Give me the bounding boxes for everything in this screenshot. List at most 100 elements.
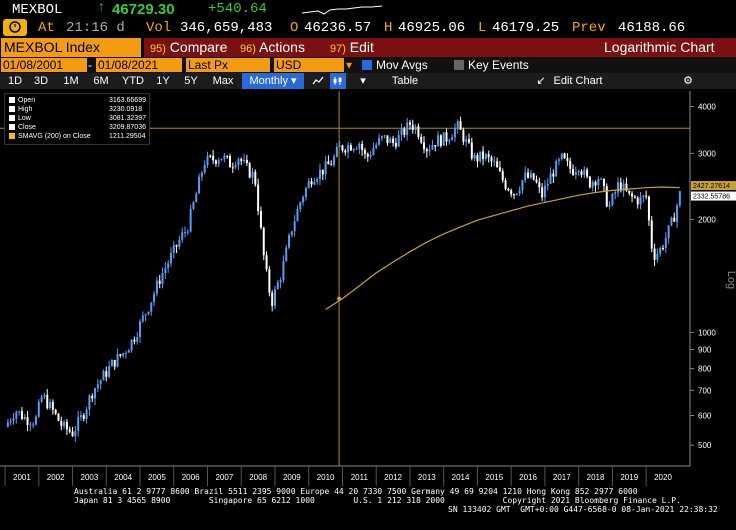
legend-swatch-smavg [9,133,15,140]
price-bar-body [400,128,403,135]
x-tick-label: 2018 [587,473,605,482]
price-chart[interactable]: 500 600 700 800 900 1000 2000 3000 4000 Log 2001 20… [0,89,736,530]
price-bar-body [650,220,653,249]
price-bar-body [60,420,63,427]
y-tick-label: 4000 [698,103,716,112]
price-bar-body [9,420,12,423]
price-bar-body [116,354,119,367]
edit-button[interactable]: 97) Edit [330,38,374,57]
price-bar-body [184,232,187,234]
price-bar-body [127,350,130,353]
x-tick-label: 2017 [553,473,571,482]
legend-swatch [9,106,15,113]
legend-low-label: Low [18,115,31,122]
edit-chart-button[interactable]: Edit Chart [550,73,606,89]
price-bar-body [167,263,170,269]
price-bar-body [659,247,662,254]
price-bar-body [237,158,240,166]
price-bar-body [217,160,220,164]
price-bar-body [243,159,246,162]
currency-select[interactable]: USD [274,58,344,72]
vol-label: Vol [146,20,172,36]
clock-icon[interactable] [3,19,27,36]
prev-value: 46188.66 [618,20,686,36]
price-bar-body [664,238,667,248]
price-bar-body [290,231,293,236]
key-events-checkbox[interactable] [454,60,464,70]
price-bar-body [408,122,411,125]
price-bar-body [358,144,361,149]
security-field[interactable]: MEXBOL Index [1,38,141,57]
period-ytd[interactable]: YTD [118,73,148,89]
price-bar-body [406,122,409,136]
price-bar-body [282,261,285,280]
table-button[interactable]: Table [384,73,426,89]
price-bar-body [451,137,454,141]
ma-value-label: 2427.27614 [693,183,730,190]
price-bar-body [32,424,35,426]
frequency-label: Monthly [249,75,288,87]
price-bar-body [330,164,333,166]
price-bar-body [279,279,282,283]
price-bar-body [423,142,426,150]
price-bar-body [293,221,296,232]
period-5y[interactable]: 5Y [178,73,204,89]
price-bar-body [482,151,485,159]
chevron-down-icon[interactable]: ▾ [346,58,352,72]
price-bar-body [254,171,257,185]
price-bar-body [588,176,591,188]
legend-close-value: 3209.87036 [109,124,146,131]
price-bar-body [614,192,617,195]
start-date-field[interactable]: 01/08/2001 [1,58,87,72]
price-bar-body [557,159,560,161]
line-chart-icon[interactable] [310,73,326,89]
edit-chart-icon[interactable]: ↙ [536,73,546,89]
candlestick-icon[interactable] [330,73,346,89]
price-bar-body [273,289,276,306]
period-6m[interactable]: 6M [88,73,114,89]
price-bar-body [521,180,524,191]
price-bar-body [200,172,203,177]
price-bar-body [276,282,279,290]
actions-button[interactable]: 96) Actions [240,38,305,57]
price-bar-body [302,196,305,203]
price-bar-body [153,293,156,303]
chart-type-title: Logarithmic Chart [604,39,715,55]
price-bar-body [108,366,111,377]
up-arrow-icon: ↑ [97,0,106,16]
price-bar-body [642,195,645,197]
low-value: 46179.25 [492,20,560,36]
legend-high-value: 3230.0918 [109,106,143,113]
price-bar-body [631,193,634,197]
period-3d[interactable]: 3D [30,73,52,89]
price-bar-body [656,253,659,260]
price-bar-body [586,169,589,177]
price-bar-body [515,193,518,195]
period-max[interactable]: Max [208,73,238,89]
price-bar-body [597,178,600,186]
end-date-field[interactable]: 01/08/2021 [96,58,182,72]
period-1m[interactable]: 1M [58,73,84,89]
period-1d[interactable]: 1D [4,73,26,89]
x-tick-label: 2005 [148,473,166,482]
price-bar-body [465,139,468,142]
period-1y[interactable]: 1Y [152,73,174,89]
price-bar-body [560,153,563,160]
mov-avgs-checkbox[interactable] [362,60,372,70]
x-tick-label: 2003 [81,473,99,482]
price-bar-body [161,273,164,284]
price-bar-body [608,205,611,207]
compare-button[interactable]: 95) Compare [150,38,227,57]
field-select[interactable]: Last Px [186,58,270,72]
chart-style-dropdown[interactable]: ▾ [356,73,370,89]
price-bar-body [214,160,217,164]
price-bar-body [498,167,501,172]
price-bar-body [653,248,656,260]
price-bar-body [594,181,597,186]
x-tick-label: 2012 [384,473,402,482]
frequency-select[interactable]: Monthly ▾ [242,73,304,89]
compare-label: Compare [169,39,228,55]
price-bar-body [209,155,212,157]
price-bar-body [15,412,18,419]
gear-icon[interactable]: ⚙ [680,73,696,89]
